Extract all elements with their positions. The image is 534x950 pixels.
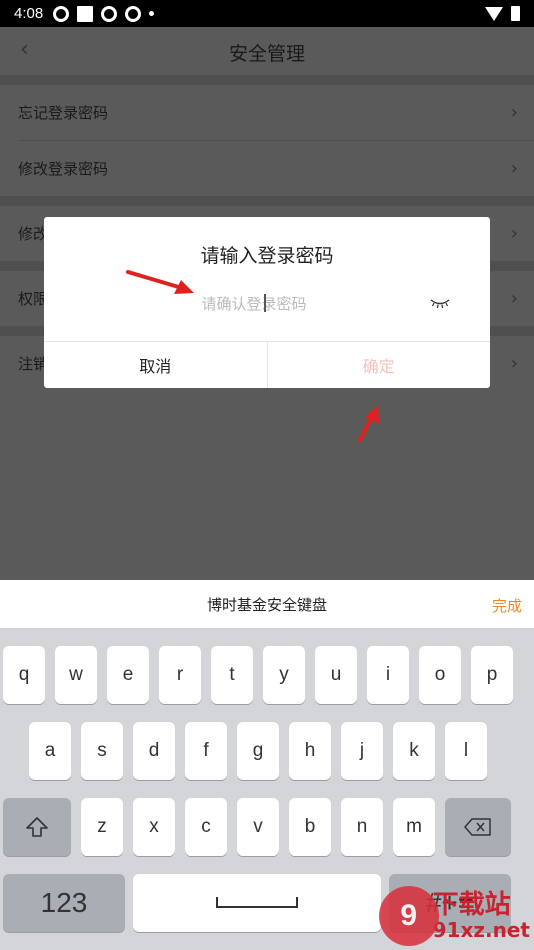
key-u[interactable]: u — [315, 646, 357, 704]
key-b[interactable]: b — [289, 798, 331, 856]
watermark-line2: 91xz.net — [432, 918, 530, 942]
watermark-line1: 下载站 — [432, 890, 511, 920]
shutter-icon — [53, 5, 70, 22]
password-dialog: 请输入登录密码 取消 确定 — [44, 217, 490, 388]
dot-icon — [149, 11, 155, 16]
key-x[interactable]: x — [133, 798, 175, 856]
status-time: 4:08 — [14, 5, 44, 22]
watermark-text: 下载站 91xz.net — [433, 891, 530, 941]
list-item-label: 忘记登录密码 — [18, 104, 109, 122]
eye-closed-icon[interactable] — [430, 297, 450, 309]
page-title: 安全管理 — [228, 43, 305, 65]
section-separator — [0, 75, 534, 85]
chevron-right-icon: › — [510, 288, 518, 309]
key-q[interactable]: q — [3, 646, 45, 704]
shutter-icon — [101, 5, 118, 22]
shutter-icon — [125, 5, 142, 22]
annotation-arrow-icon — [126, 270, 194, 294]
numbers-key[interactable]: 123 — [3, 874, 125, 932]
key-n[interactable]: n — [341, 798, 383, 856]
nav-bar: ‹ 安全管理 — [0, 27, 534, 75]
backspace-icon — [464, 818, 491, 836]
key-s[interactable]: s — [81, 722, 123, 780]
text-caret — [264, 294, 266, 312]
key-g[interactable]: g — [237, 722, 279, 780]
annotation-arrow-icon — [358, 405, 379, 442]
keyboard-title: 博时基金安全键盘 — [206, 595, 327, 614]
done-button[interactable]: 完成 — [492, 595, 522, 616]
key-c[interactable]: c — [185, 798, 227, 856]
cancel-button[interactable]: 取消 — [44, 342, 267, 388]
watermark-logo: 9 下载站 91xz.net — [378, 886, 530, 946]
key-v[interactable]: v — [237, 798, 279, 856]
status-right — [485, 6, 520, 21]
chevron-right-icon: › — [510, 158, 518, 179]
key-m[interactable]: m — [393, 798, 435, 856]
key-f[interactable]: f — [185, 722, 227, 780]
key-r[interactable]: r — [159, 646, 201, 704]
chevron-right-icon: › — [510, 223, 518, 244]
status-bar: 4:08 — [0, 0, 534, 27]
wifi-icon — [485, 6, 503, 21]
section-separator — [0, 196, 534, 206]
watermark-badge: 9 — [378, 886, 439, 946]
key-t[interactable]: t — [211, 646, 253, 704]
key-a[interactable]: a — [29, 722, 71, 780]
confirm-button[interactable]: 确定 — [266, 342, 491, 388]
square-icon — [77, 5, 94, 22]
key-d[interactable]: d — [133, 722, 175, 780]
shift-key[interactable] — [3, 798, 71, 856]
key-z[interactable]: z — [81, 798, 123, 856]
list-item-change-password[interactable]: 修改登录密码 › — [0, 141, 534, 196]
key-w[interactable]: w — [55, 646, 97, 704]
key-o[interactable]: o — [419, 646, 461, 704]
key-l[interactable]: l — [445, 722, 487, 780]
key-k[interactable]: k — [393, 722, 435, 780]
space-key[interactable] — [133, 874, 381, 932]
list-item-forgot-password[interactable]: 忘记登录密码 › — [0, 85, 534, 140]
key-p[interactable]: p — [471, 646, 513, 704]
key-e[interactable]: e — [107, 646, 149, 704]
key-i[interactable]: i — [367, 646, 409, 704]
list-item-label: 修改登录密码 — [18, 160, 109, 178]
chevron-right-icon: › — [510, 353, 518, 374]
chevron-right-icon: › — [510, 102, 518, 123]
key-y[interactable]: y — [263, 646, 305, 704]
key-h[interactable]: h — [289, 722, 331, 780]
keyboard-header: 博时基金安全键盘 完成 — [0, 580, 534, 628]
backspace-key[interactable] — [445, 798, 511, 856]
battery-icon — [511, 6, 520, 21]
dialog-title: 请输入登录密码 — [200, 245, 334, 267]
shift-arrow-icon — [26, 817, 48, 837]
space-icon — [216, 897, 298, 908]
key-j[interactable]: j — [341, 722, 383, 780]
dialog-buttons: 取消 确定 — [44, 341, 490, 388]
